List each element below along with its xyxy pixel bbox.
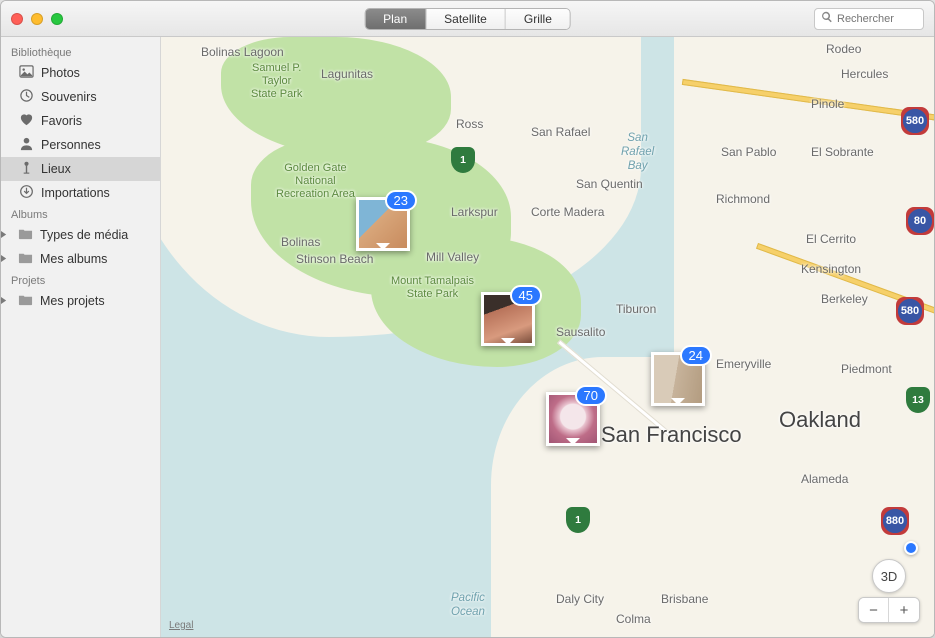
sidebar-item-label: Mes albums bbox=[40, 252, 107, 266]
view-mode-plan[interactable]: Plan bbox=[365, 9, 425, 29]
map-controls: 3D − + bbox=[858, 541, 920, 623]
interstate-shield: 580 bbox=[901, 107, 929, 135]
sidebar-item-label: Importations bbox=[41, 186, 110, 200]
photos-icon bbox=[19, 64, 34, 82]
sidebar-item-label: Lieux bbox=[41, 162, 71, 176]
search-icon bbox=[821, 10, 837, 28]
sidebar-item-label: Types de média bbox=[40, 228, 128, 242]
sidebar-item-memories[interactable]: Souvenirs bbox=[1, 85, 160, 109]
minimize-window-button[interactable] bbox=[31, 13, 43, 25]
heart-icon bbox=[19, 112, 34, 130]
close-window-button[interactable] bbox=[11, 13, 23, 25]
photo-count-badge: 70 bbox=[575, 385, 607, 406]
compass-icon[interactable] bbox=[904, 541, 918, 555]
download-icon bbox=[19, 184, 34, 202]
sidebar: Bibliothèque Photos Souvenirs Favoris Pe… bbox=[1, 37, 161, 637]
sidebar-item-places[interactable]: Lieux bbox=[1, 157, 160, 181]
interstate-shield: 580 bbox=[896, 297, 924, 325]
sidebar-item-label: Souvenirs bbox=[41, 90, 97, 104]
photo-cluster-pin[interactable]: 70 bbox=[546, 392, 600, 446]
pin-icon bbox=[19, 160, 34, 178]
photo-cluster-pin[interactable]: 24 bbox=[651, 352, 705, 406]
sidebar-item-label: Photos bbox=[41, 66, 80, 80]
person-icon bbox=[19, 136, 34, 154]
sidebar-item-media-types[interactable]: Types de média bbox=[1, 223, 160, 247]
state-route-shield: 13 bbox=[906, 387, 930, 413]
sidebar-section-albums: Albums bbox=[1, 205, 160, 223]
sidebar-item-my-albums[interactable]: Mes albums bbox=[1, 247, 160, 271]
park-area bbox=[371, 237, 581, 367]
legal-link[interactable]: Legal bbox=[169, 620, 193, 631]
photo-count-badge: 24 bbox=[680, 345, 712, 366]
photo-count-badge: 23 bbox=[385, 190, 417, 211]
photo-cluster-pin[interactable]: 23 bbox=[356, 197, 410, 251]
clock-icon bbox=[19, 88, 34, 106]
view-mode-grid[interactable]: Grille bbox=[505, 9, 570, 29]
sidebar-item-label: Personnes bbox=[41, 138, 101, 152]
zoom-in-button[interactable]: + bbox=[889, 598, 919, 622]
sidebar-section-library: Bibliothèque bbox=[1, 43, 160, 61]
sidebar-item-my-projects[interactable]: Mes projets bbox=[1, 289, 160, 313]
sidebar-item-people[interactable]: Personnes bbox=[1, 133, 160, 157]
folder-icon bbox=[18, 226, 33, 244]
water-label: PacificOcean bbox=[451, 592, 485, 620]
sidebar-section-projects: Projets bbox=[1, 271, 160, 289]
fullscreen-window-button[interactable] bbox=[51, 13, 63, 25]
window-controls bbox=[11, 13, 63, 25]
app-window: Plan Satellite Grille Bibliothèque Photo… bbox=[0, 0, 935, 638]
sidebar-item-favorites[interactable]: Favoris bbox=[1, 109, 160, 133]
zoom-out-button[interactable]: − bbox=[859, 598, 889, 622]
folder-icon bbox=[18, 250, 33, 268]
photo-cluster-pin[interactable]: 45 bbox=[481, 292, 535, 346]
search-field[interactable] bbox=[814, 8, 924, 30]
folder-icon bbox=[18, 292, 33, 310]
map-view[interactable]: Samuel P.TaylorState Park Golden GateNat… bbox=[161, 37, 934, 637]
titlebar: Plan Satellite Grille bbox=[1, 1, 934, 37]
view-mode-segmented: Plan Satellite Grille bbox=[364, 8, 571, 30]
state-route-shield: 1 bbox=[566, 507, 590, 533]
photo-count-badge: 45 bbox=[510, 285, 542, 306]
zoom-control: − + bbox=[858, 597, 920, 623]
search-input[interactable] bbox=[837, 13, 917, 25]
sidebar-item-label: Favoris bbox=[41, 114, 82, 128]
interstate-shield: 880 bbox=[881, 507, 909, 535]
interstate-shield: 80 bbox=[906, 207, 934, 235]
sidebar-item-label: Mes projets bbox=[40, 294, 105, 308]
city-label: Tiburon bbox=[616, 302, 656, 316]
main-body: Bibliothèque Photos Souvenirs Favoris Pe… bbox=[1, 37, 934, 637]
sidebar-item-imports[interactable]: Importations bbox=[1, 181, 160, 205]
toggle-3d-button[interactable]: 3D bbox=[872, 559, 906, 593]
sidebar-item-photos[interactable]: Photos bbox=[1, 61, 160, 85]
state-route-shield: 1 bbox=[451, 147, 475, 173]
view-mode-satellite[interactable]: Satellite bbox=[425, 9, 505, 29]
